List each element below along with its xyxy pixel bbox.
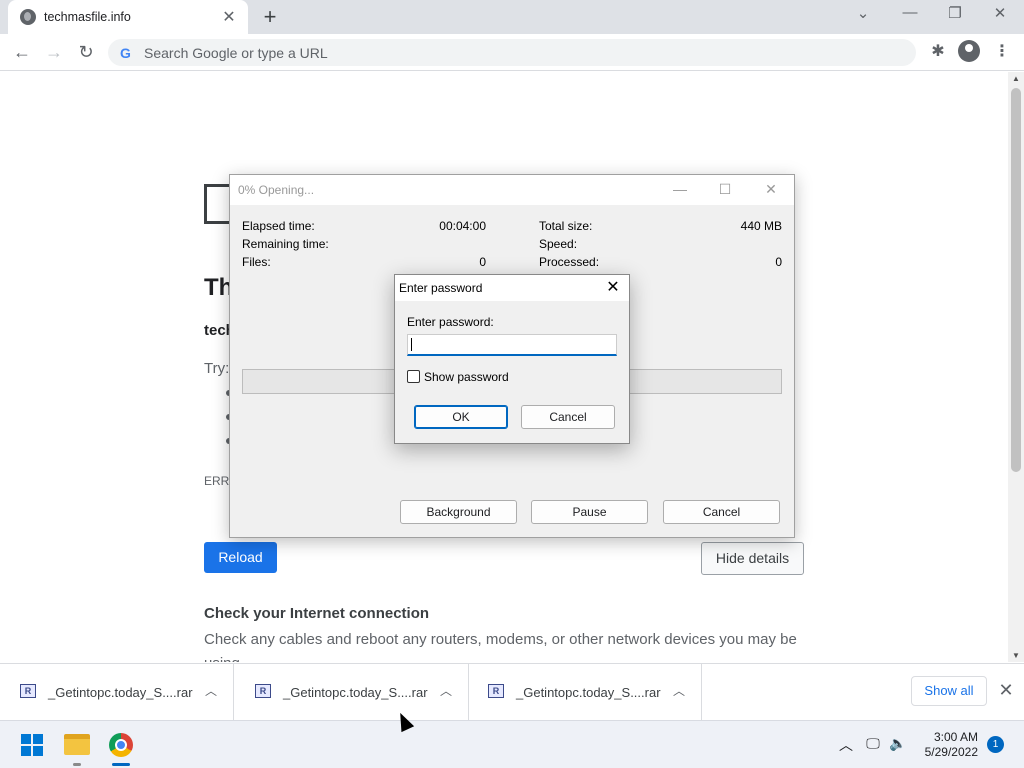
text-caret bbox=[411, 338, 412, 351]
window-close-button[interactable]: ✕ bbox=[985, 4, 1015, 22]
download-item[interactable]: R _Getintopc.today_S....rar ︿ bbox=[468, 664, 702, 720]
globe-icon bbox=[20, 9, 36, 25]
winrar-titlebar[interactable]: 0% Opening... — ☐ ✕ bbox=[230, 175, 794, 205]
show-all-button[interactable]: Show all bbox=[911, 676, 987, 706]
tab-strip: techmasfile.info ✕ + ⌄ — ❐ ✕ bbox=[0, 0, 1024, 34]
ok-button[interactable]: OK bbox=[414, 405, 508, 429]
new-tab-button[interactable]: + bbox=[258, 4, 282, 30]
try-label: Try: bbox=[204, 360, 230, 377]
windows-start-icon[interactable] bbox=[21, 734, 43, 756]
forward-button[interactable]: → bbox=[41, 40, 67, 64]
menu-kebab-icon[interactable]: ⋮ bbox=[990, 40, 1014, 64]
browser-tab[interactable]: techmasfile.info ✕ bbox=[8, 0, 248, 34]
winrar-title: 0% Opening... bbox=[238, 183, 315, 197]
back-button[interactable]: ← bbox=[9, 40, 35, 64]
volume-icon[interactable]: 🔈 bbox=[888, 735, 908, 752]
page-reload-button[interactable]: Reload bbox=[204, 542, 277, 573]
scroll-up-icon[interactable]: ▲ bbox=[1008, 74, 1024, 83]
show-password-checkbox[interactable] bbox=[407, 370, 420, 383]
taskbar: ︿ 🖵 🔈 3:00 AM 5/29/2022 1 bbox=[0, 720, 1024, 768]
scroll-thumb[interactable] bbox=[1011, 88, 1021, 472]
chevron-up-icon[interactable]: ︿ bbox=[836, 735, 856, 755]
stat-label: Total size: bbox=[539, 219, 593, 233]
chevron-up-icon[interactable]: ︿ bbox=[673, 682, 685, 699]
check-connection-text: Check any cables and reboot any routers,… bbox=[204, 631, 797, 662]
password-dialog-titlebar[interactable]: Enter password ✕ bbox=[395, 275, 629, 301]
password-dialog-title: Enter password bbox=[399, 281, 483, 295]
file-explorer-icon[interactable] bbox=[64, 734, 90, 755]
tab-search-icon[interactable]: ⌄ bbox=[848, 4, 878, 22]
password-dialog: Enter password ✕ Enter password: Show pa… bbox=[394, 274, 630, 444]
password-field-label: Enter password: bbox=[407, 315, 494, 329]
restore-button[interactable]: ❐ bbox=[940, 4, 970, 22]
winrar-archive-icon: R bbox=[255, 684, 271, 698]
stat-value: 00:04:00 bbox=[439, 219, 486, 233]
stat-label: Files: bbox=[242, 255, 271, 269]
browser-toolbar: ← → ↻ G Search Google or type a URL ✱ ⋮ bbox=[0, 34, 1024, 71]
background-button[interactable]: Background bbox=[400, 500, 517, 524]
running-indicator bbox=[73, 763, 81, 766]
scroll-down-icon[interactable]: ▼ bbox=[1008, 651, 1024, 660]
clock-time: 3:00 AM bbox=[933, 730, 978, 744]
download-item[interactable]: R _Getintopc.today_S....rar ︿ bbox=[235, 664, 469, 720]
omnibox[interactable]: G Search Google or type a URL bbox=[108, 39, 916, 66]
google-icon: G bbox=[120, 44, 131, 61]
stat-label: Processed: bbox=[539, 255, 600, 269]
download-filename: _Getintopc.today_S....rar bbox=[283, 685, 428, 700]
check-connection-title: Check your Internet connection bbox=[204, 605, 430, 622]
download-bar: R _Getintopc.today_S....rar ︿ R _Getinto… bbox=[0, 663, 1024, 720]
stat-value: 0 bbox=[479, 255, 486, 269]
winrar-archive-icon: R bbox=[20, 684, 36, 698]
page-scrollbar[interactable]: ▲ ▼ bbox=[1008, 72, 1024, 662]
minimize-button[interactable]: — bbox=[895, 4, 925, 21]
system-clock[interactable]: 3:00 AM 5/29/2022 bbox=[914, 730, 978, 760]
download-item[interactable]: R _Getintopc.today_S....rar ︿ bbox=[0, 664, 234, 720]
password-cancel-button[interactable]: Cancel bbox=[521, 405, 615, 429]
tab-title: techmasfile.info bbox=[44, 10, 131, 24]
winrar-maximize-icon[interactable]: ☐ bbox=[710, 181, 740, 198]
winrar-archive-icon: R bbox=[488, 684, 504, 698]
winrar-close-icon[interactable]: ✕ bbox=[756, 181, 786, 198]
password-dialog-close-icon[interactable]: ✕ bbox=[603, 277, 623, 297]
active-indicator bbox=[112, 763, 130, 766]
stat-label: Remaining time: bbox=[242, 237, 329, 251]
omnibox-placeholder: Search Google or type a URL bbox=[144, 44, 328, 61]
chrome-icon[interactable] bbox=[109, 733, 133, 757]
stat-value: 440 MB bbox=[740, 219, 782, 233]
tab-close-icon[interactable]: ✕ bbox=[220, 7, 238, 27]
clock-date: 5/29/2022 bbox=[924, 745, 978, 759]
download-filename: _Getintopc.today_S....rar bbox=[48, 685, 193, 700]
stat-value: 0 bbox=[775, 255, 782, 269]
extensions-puzzle-icon[interactable]: ✱ bbox=[926, 40, 950, 64]
stat-label: Speed: bbox=[539, 237, 578, 251]
chevron-up-icon[interactable]: ︿ bbox=[440, 682, 452, 699]
download-filename: _Getintopc.today_S....rar bbox=[516, 685, 661, 700]
stat-label: Elapsed time: bbox=[242, 219, 315, 233]
profile-avatar-icon[interactable] bbox=[958, 40, 980, 62]
notification-badge[interactable]: 1 bbox=[987, 736, 1004, 753]
winrar-cancel-button[interactable]: Cancel bbox=[663, 500, 780, 524]
hide-details-button[interactable]: Hide details bbox=[701, 542, 804, 575]
winrar-minimize-icon[interactable]: — bbox=[665, 181, 695, 197]
pause-button[interactable]: Pause bbox=[531, 500, 648, 524]
reload-button[interactable]: ↻ bbox=[73, 40, 99, 64]
download-bar-close-icon[interactable]: ✕ bbox=[996, 680, 1016, 701]
password-input[interactable] bbox=[407, 334, 617, 356]
show-password-label[interactable]: Show password bbox=[424, 370, 509, 384]
network-icon[interactable]: 🖵 bbox=[863, 735, 883, 752]
chevron-up-icon[interactable]: ︿ bbox=[205, 682, 217, 699]
